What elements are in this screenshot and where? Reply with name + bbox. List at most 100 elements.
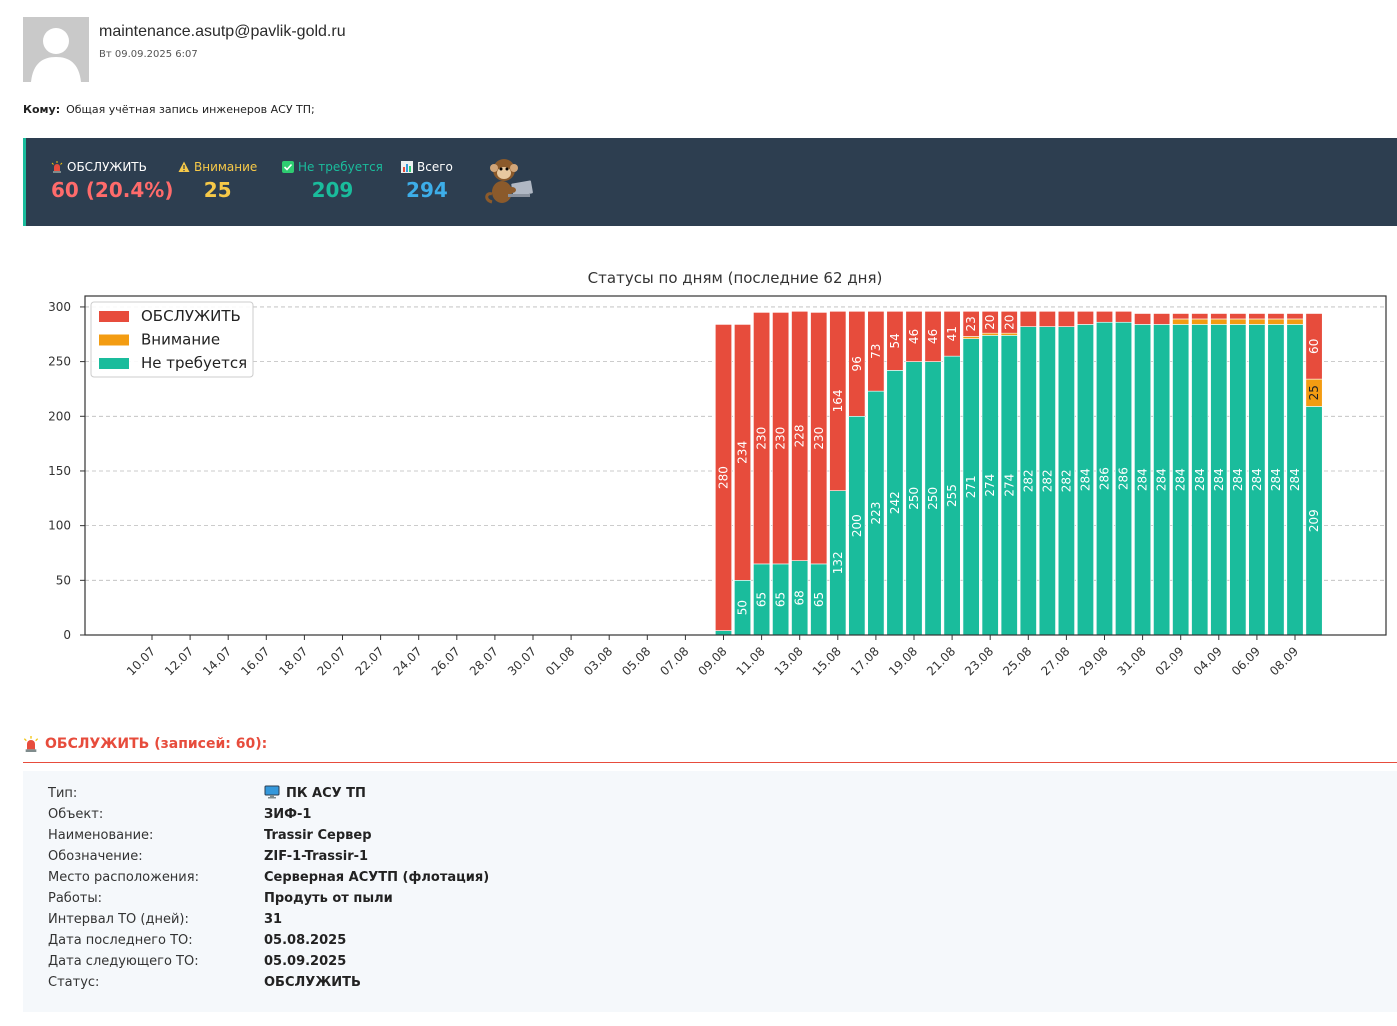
bar-label: 230 bbox=[812, 427, 826, 450]
record-field-value: Trassir Сервер bbox=[264, 828, 372, 843]
x-tick-label: 14.07 bbox=[200, 644, 234, 678]
bar-serve bbox=[1172, 313, 1190, 320]
record-field-value: 05.09.2025 bbox=[264, 954, 347, 969]
bar-label: 274 bbox=[1002, 474, 1016, 497]
serve-section-header: ОБСЛУЖИТЬ (записей: 60): bbox=[23, 736, 1397, 763]
x-tick-label: 23.08 bbox=[962, 644, 996, 678]
x-tick-label: 17.08 bbox=[848, 644, 882, 678]
stat-attention-value: 25 bbox=[203, 178, 232, 202]
x-tick-label: 16.07 bbox=[238, 644, 272, 678]
bar-attention bbox=[1248, 318, 1266, 325]
bar-serve bbox=[1210, 313, 1228, 320]
bar-label: 282 bbox=[1021, 469, 1035, 492]
stat-ok: Не требуется 209 bbox=[282, 160, 383, 202]
x-tick-label: 05.08 bbox=[619, 644, 653, 678]
legend-swatch bbox=[99, 334, 129, 346]
record-field-value: Продуть от пыли bbox=[264, 891, 393, 906]
bar-serve bbox=[1191, 313, 1209, 320]
record-field-label: Объект: bbox=[48, 807, 104, 822]
chart-legend: ОБСЛУЖИТЬ Внимание Не требуется bbox=[90, 301, 254, 378]
record-field-label: Дата следующего ТО: bbox=[48, 954, 199, 969]
bar-label: 60 bbox=[1307, 339, 1321, 354]
bar-label: 284 bbox=[1269, 468, 1283, 491]
record-field-label: Интервал ТО (дней): bbox=[48, 912, 189, 927]
bar-label: 250 bbox=[907, 487, 921, 510]
bar-label: 41 bbox=[945, 326, 959, 341]
bar-label: 20 bbox=[1002, 315, 1016, 330]
bar-label: 46 bbox=[907, 329, 921, 344]
x-tick-label: 02.09 bbox=[1153, 644, 1187, 678]
record-field-value: ЗИФ-1 bbox=[264, 807, 312, 822]
x-tick-label: 12.07 bbox=[162, 644, 196, 678]
bar-label: 20 bbox=[983, 315, 997, 330]
bar-label: 286 bbox=[1098, 467, 1112, 490]
x-tick-label: 27.08 bbox=[1038, 644, 1072, 678]
bar-serve bbox=[1115, 311, 1133, 323]
x-tick-label: 24.07 bbox=[391, 644, 425, 678]
bar-label: 230 bbox=[774, 427, 788, 450]
bar-label: 284 bbox=[1288, 468, 1302, 491]
y-tick-label: 250 bbox=[48, 355, 71, 369]
check-icon bbox=[282, 161, 294, 173]
bar-attention bbox=[1191, 318, 1209, 325]
record-field-label: Обозначение: bbox=[48, 849, 143, 864]
bar-serve bbox=[1057, 311, 1075, 327]
bar-attention bbox=[962, 336, 980, 339]
bar-serve bbox=[1096, 311, 1113, 323]
sent-date: Вт 09.09.2025 6:07 bbox=[99, 49, 198, 60]
x-tick-label: 30.07 bbox=[505, 644, 539, 678]
x-tick-label: 19.08 bbox=[886, 644, 920, 678]
bar-label: 65 bbox=[774, 592, 788, 607]
bar-label: 284 bbox=[1250, 468, 1264, 491]
stat-ok-label: Не требуется bbox=[282, 160, 383, 174]
bar-ok bbox=[715, 630, 732, 636]
bar-attention bbox=[1229, 318, 1247, 325]
x-tick-label: 28.07 bbox=[467, 644, 501, 678]
record-card: Тип: ПК АСУ ТП Объект: ЗИФ-1 Наименование: Tr… bbox=[23, 771, 1397, 1012]
y-tick-label: 300 bbox=[48, 300, 71, 314]
bar-label: 96 bbox=[850, 356, 864, 371]
stats-summary-bar: ОБСЛУЖИТЬ 60 (20.4%) Внимание 25 Не треб… bbox=[23, 138, 1397, 226]
bar-label: 284 bbox=[1155, 468, 1169, 491]
bar-label: 284 bbox=[1078, 468, 1092, 491]
sender-avatar bbox=[23, 17, 89, 82]
bar-label: 242 bbox=[888, 491, 902, 514]
bar-serve bbox=[1134, 313, 1152, 325]
x-tick-label: 25.08 bbox=[1000, 644, 1034, 678]
bar-label: 284 bbox=[1193, 468, 1207, 491]
x-tick-label: 31.08 bbox=[1115, 644, 1149, 678]
serve-section-title: ОБСЛУЖИТЬ (записей: 60): bbox=[45, 736, 268, 752]
stat-serve-label-text: ОБСЛУЖИТЬ bbox=[67, 160, 147, 174]
y-tick-label: 150 bbox=[48, 464, 71, 478]
legend-label: Внимание bbox=[141, 331, 220, 349]
y-tick-label: 50 bbox=[56, 573, 71, 587]
record-field-label: Статус: bbox=[48, 975, 100, 990]
bar-attention bbox=[1172, 318, 1190, 325]
monkey-laptop-icon bbox=[482, 154, 538, 214]
bar-label: 65 bbox=[812, 592, 826, 607]
stat-attention-label-text: Внимание bbox=[194, 160, 258, 174]
stat-total: Всего 294 bbox=[401, 160, 453, 202]
record-field-label: Работы: bbox=[48, 891, 102, 906]
bar-label: 132 bbox=[831, 551, 845, 574]
stat-total-label-text: Всего bbox=[417, 160, 453, 174]
to-value[interactable]: Общая учётная запись инженеров АСУ ТП; bbox=[66, 103, 315, 116]
record-field-label: Место расположения: bbox=[48, 870, 199, 885]
bar-label: 65 bbox=[755, 592, 769, 607]
record-field-value: 05.08.2025 bbox=[264, 933, 347, 948]
bar-label: 54 bbox=[888, 333, 902, 348]
bar-attention bbox=[1000, 332, 1018, 336]
bar-label: 274 bbox=[983, 474, 997, 497]
record-field-label: Тип: bbox=[48, 786, 78, 801]
sender-address[interactable]: maintenance.asutp@pavlik-gold.ru bbox=[99, 23, 346, 41]
x-tick-label: 26.07 bbox=[429, 644, 463, 678]
legend-label: Не требуется bbox=[141, 354, 247, 372]
bar-serve bbox=[1267, 313, 1285, 320]
bar-serve bbox=[1153, 313, 1171, 325]
stat-attention-label: Внимание bbox=[178, 160, 257, 174]
bar-label: 284 bbox=[1174, 468, 1188, 491]
chart-title: Статусы по дням (последние 62 дня) bbox=[588, 269, 883, 287]
y-tick-label: 0 bbox=[63, 628, 71, 642]
x-tick-label: 15.08 bbox=[810, 644, 844, 678]
bar-label: 200 bbox=[850, 514, 864, 537]
